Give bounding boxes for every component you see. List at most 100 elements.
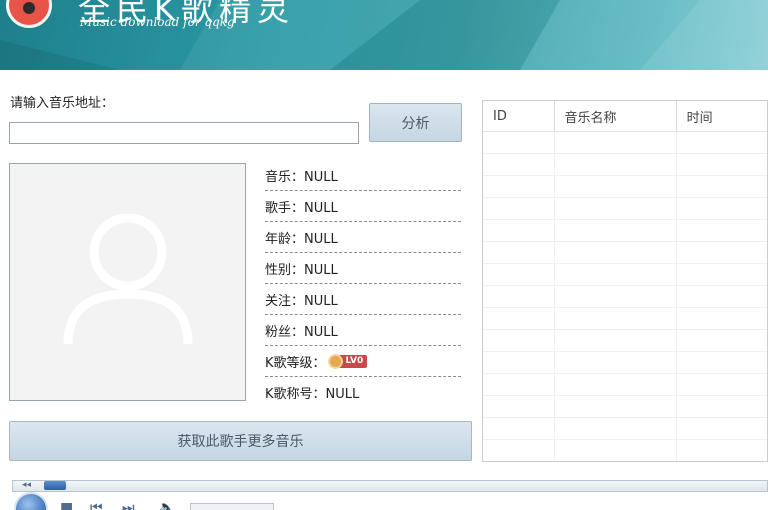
table-row[interactable]: [483, 330, 767, 352]
app-header: 全民K歌精灵 Music download for qqkg: [0, 0, 768, 70]
table-cell: [483, 242, 555, 263]
table-row[interactable]: [483, 264, 767, 286]
column-header-time[interactable]: 时间: [677, 101, 767, 131]
table-cell: [677, 330, 767, 351]
level-badge-text: LV0: [345, 356, 364, 366]
table-row[interactable]: [483, 198, 767, 220]
next-icon[interactable]: ⏭: [122, 500, 135, 510]
table-cell: [483, 286, 555, 307]
media-player: ◂◂: [0, 472, 768, 510]
table-cell: [483, 198, 555, 219]
table-cell: [483, 418, 555, 439]
table-cell: [483, 176, 555, 197]
url-label: 请输入音乐地址：: [10, 96, 115, 111]
table-cell: [677, 264, 767, 285]
table-cell: [677, 286, 767, 307]
table-row[interactable]: [483, 176, 767, 198]
table-cell: [555, 176, 677, 197]
table-cell: [483, 374, 555, 395]
table-cell: [483, 352, 555, 373]
table-cell: [677, 308, 767, 329]
table-header: ID 音乐名称 时间: [483, 101, 767, 132]
stop-icon[interactable]: ■: [60, 500, 73, 510]
table-cell: [677, 418, 767, 439]
song-table[interactable]: ID 音乐名称 时间: [482, 100, 768, 462]
table-cell: [483, 132, 555, 153]
singer-info-list: 音乐：NULL 歌手：NULL 年龄：NULL 性别：NULL 关注：NULL …: [265, 160, 461, 408]
table-cell: [677, 198, 767, 219]
table-row[interactable]: [483, 374, 767, 396]
table-cell: [555, 440, 677, 461]
info-title-text: K歌称号：NULL: [265, 387, 360, 402]
table-cell: [677, 396, 767, 417]
volume-slider[interactable]: [190, 503, 274, 510]
music-url-input[interactable]: [9, 122, 359, 144]
table-cell: [677, 374, 767, 395]
table-cell: [483, 154, 555, 175]
avatar-placeholder-icon: [63, 213, 193, 345]
table-cell: [483, 396, 555, 417]
table-cell: [555, 396, 677, 417]
info-row-music: 音乐：NULL: [265, 160, 461, 191]
table-row[interactable]: [483, 132, 767, 154]
get-more-music-button[interactable]: 获取此歌手更多音乐: [9, 421, 472, 461]
table-cell: [483, 264, 555, 285]
info-level-text: K歌等级：: [265, 355, 326, 371]
table-cell: [555, 220, 677, 241]
app-subtitle: Music download for qqkg: [80, 15, 235, 29]
table-cell: [677, 352, 767, 373]
info-row-fans: 粉丝：NULL: [265, 315, 461, 346]
column-header-id[interactable]: ID: [483, 101, 555, 131]
table-cell: [555, 132, 677, 153]
table-row[interactable]: [483, 154, 767, 176]
table-cell: [677, 132, 767, 153]
table-cell: [483, 440, 555, 461]
info-row-gender: 性别：NULL: [265, 253, 461, 284]
table-row[interactable]: [483, 418, 767, 440]
table-cell: [677, 220, 767, 241]
table-cell: [677, 440, 767, 461]
table-row[interactable]: [483, 286, 767, 308]
info-row-singer: 歌手：NULL: [265, 191, 461, 222]
table-row[interactable]: [483, 308, 767, 330]
level-coin-icon: [327, 353, 343, 369]
table-body: [483, 132, 767, 461]
table-row[interactable]: [483, 220, 767, 242]
table-cell: [555, 330, 677, 351]
table-row[interactable]: [483, 352, 767, 374]
progress-thumb[interactable]: [44, 481, 66, 490]
table-cell: [483, 220, 555, 241]
volume-icon[interactable]: 🔈: [158, 500, 175, 510]
info-singer-text: 歌手：NULL: [265, 200, 338, 216]
table-cell: [483, 308, 555, 329]
info-row-level: K歌等级： LV0: [265, 346, 461, 377]
progress-bar[interactable]: [12, 480, 768, 492]
table-cell: [555, 418, 677, 439]
table-cell: [555, 352, 677, 373]
table-cell: [555, 308, 677, 329]
table-cell: [677, 176, 767, 197]
info-fans-text: 粉丝：NULL: [265, 324, 338, 340]
table-row[interactable]: [483, 242, 767, 264]
analyze-button[interactable]: 分析: [369, 103, 462, 142]
info-row-following: 关注：NULL: [265, 284, 461, 315]
table-cell: [555, 154, 677, 175]
rewind-icon[interactable]: ◂◂: [22, 480, 31, 490]
avatar: [9, 163, 246, 401]
table-cell: [555, 264, 677, 285]
info-age-text: 年龄：NULL: [265, 231, 338, 247]
table-cell: [483, 330, 555, 351]
table-row[interactable]: [483, 396, 767, 418]
table-cell: [677, 154, 767, 175]
table-row[interactable]: [483, 440, 767, 461]
table-cell: [555, 374, 677, 395]
table-cell: [555, 242, 677, 263]
prev-icon[interactable]: ⏮: [90, 500, 103, 510]
table-cell: [555, 286, 677, 307]
info-following-text: 关注：NULL: [265, 293, 338, 309]
column-header-name[interactable]: 音乐名称: [555, 101, 677, 131]
info-music-text: 音乐：NULL: [265, 169, 338, 185]
info-row-age: 年龄：NULL: [265, 222, 461, 253]
info-gender-text: 性别：NULL: [265, 262, 338, 278]
table-cell: [555, 198, 677, 219]
